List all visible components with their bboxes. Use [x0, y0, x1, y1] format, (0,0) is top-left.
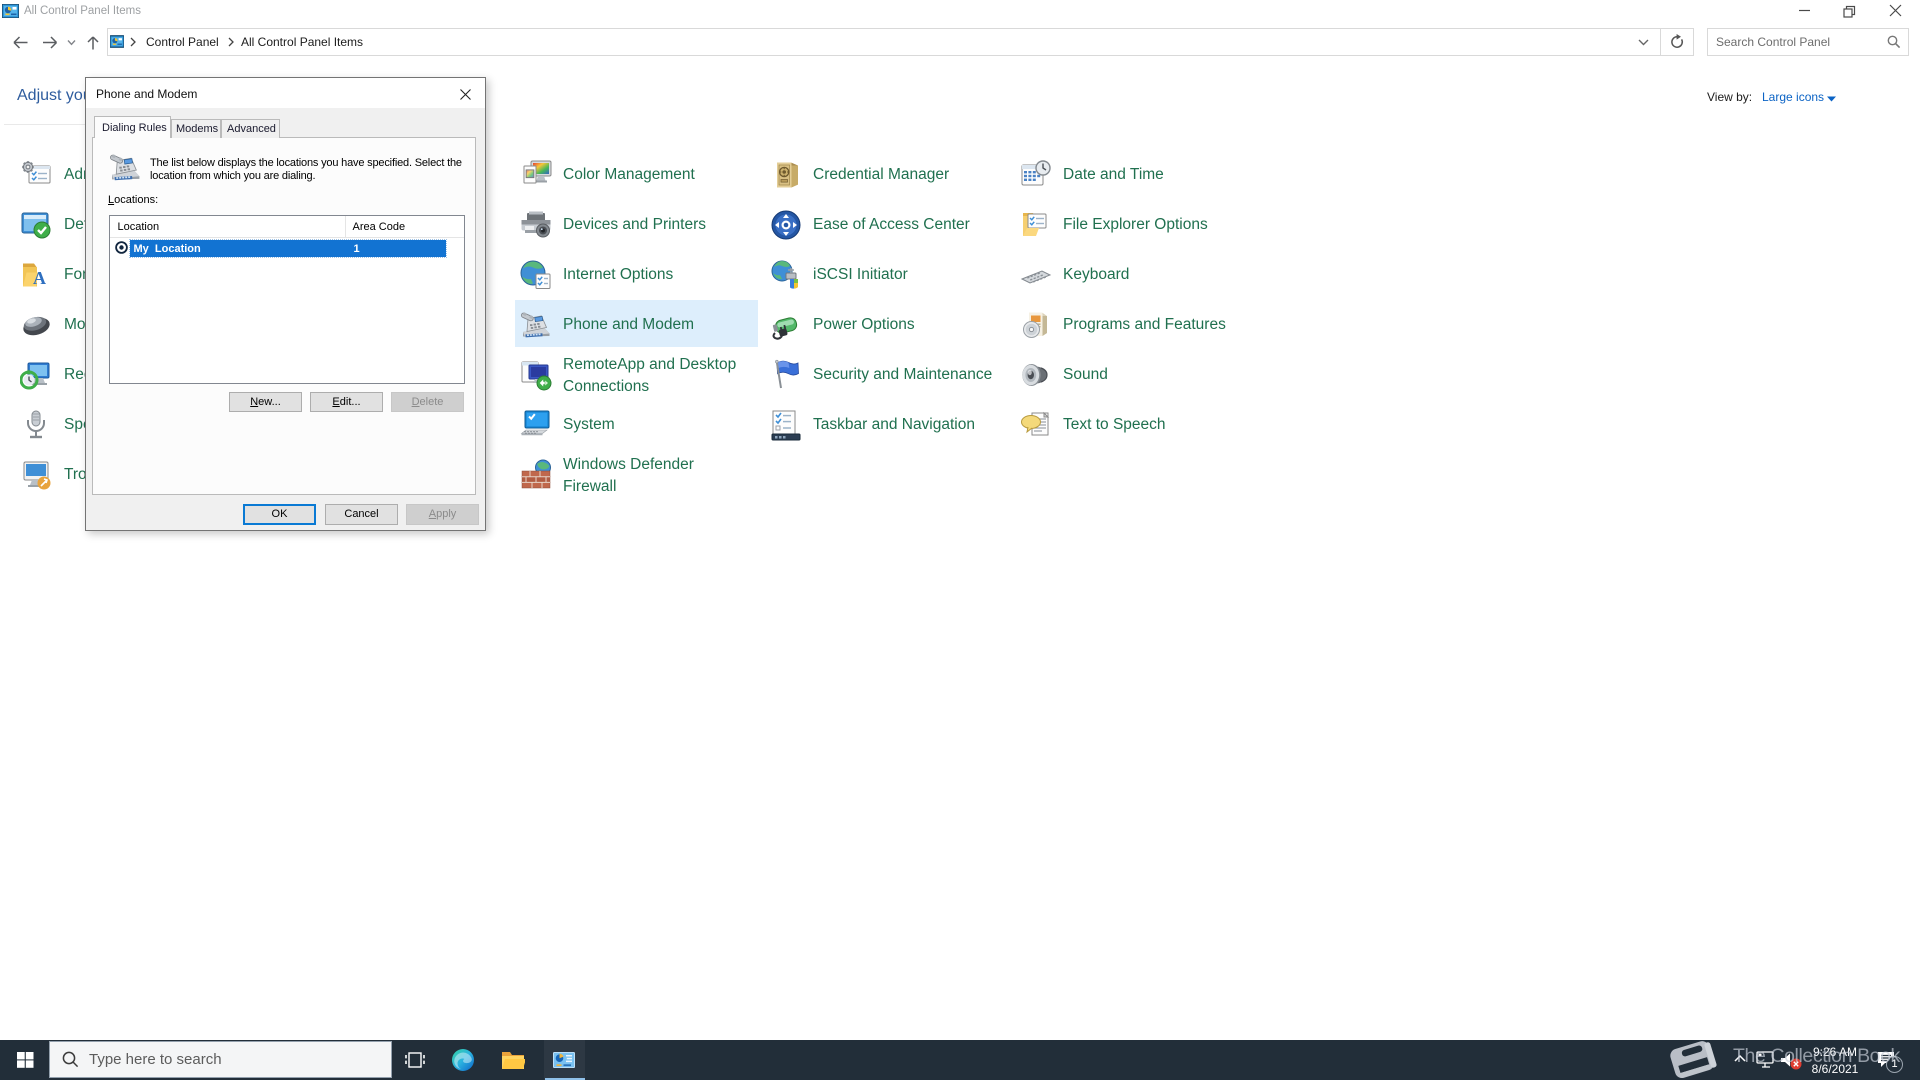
svg-text:A: A — [33, 268, 46, 288]
